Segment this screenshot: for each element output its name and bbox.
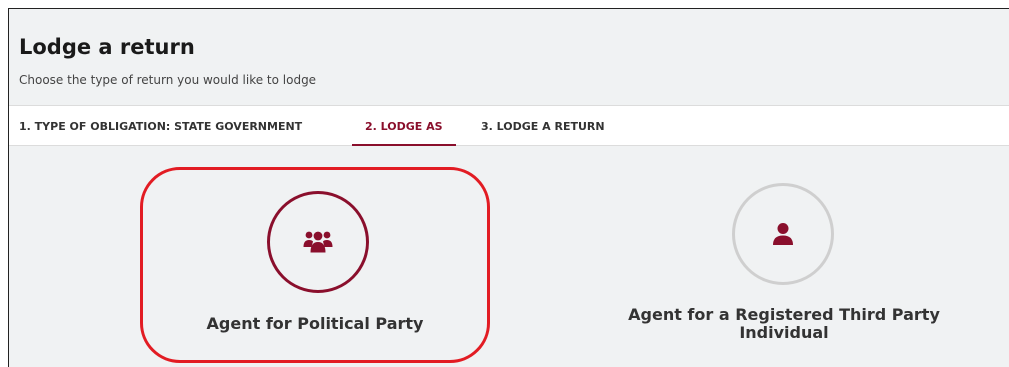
step-tabs: 1. TYPE OF OBLIGATION: STATE GOVERNMENT …	[9, 105, 1009, 146]
step-lodge-a-return[interactable]: 3. LODGE A RETURN	[481, 106, 605, 146]
page-frame: Lodge a return Choose the type of return…	[8, 8, 1009, 367]
step-type-of-obligation[interactable]: 1. TYPE OF OBLIGATION: STATE GOVERNMENT	[19, 106, 302, 146]
option-label-line2: Individual	[739, 323, 829, 342]
page-header: Lodge a return Choose the type of return…	[9, 9, 1009, 105]
option-label-line1: Agent for a Registered Third Party	[628, 305, 940, 324]
option-label: Agent for a Registered Third Party Indiv…	[594, 306, 974, 342]
option-agent-third-party[interactable]: Agent for a Registered Third Party Indiv…	[594, 166, 974, 366]
person-icon	[772, 222, 794, 246]
lodge-as-options: Agent for Political Party Agent for a Re…	[9, 146, 1009, 367]
option-icon-circle	[267, 191, 369, 293]
option-label: Agent for Political Party	[206, 314, 424, 333]
step-lodge-as[interactable]: 2. LODGE AS	[352, 106, 456, 146]
group-icon	[303, 230, 333, 254]
page-title: Lodge a return	[19, 35, 195, 59]
page-subtitle: Choose the type of return you would like…	[19, 73, 317, 87]
option-icon-circle	[732, 183, 834, 285]
option-agent-political-party[interactable]: Agent for Political Party	[140, 167, 490, 363]
